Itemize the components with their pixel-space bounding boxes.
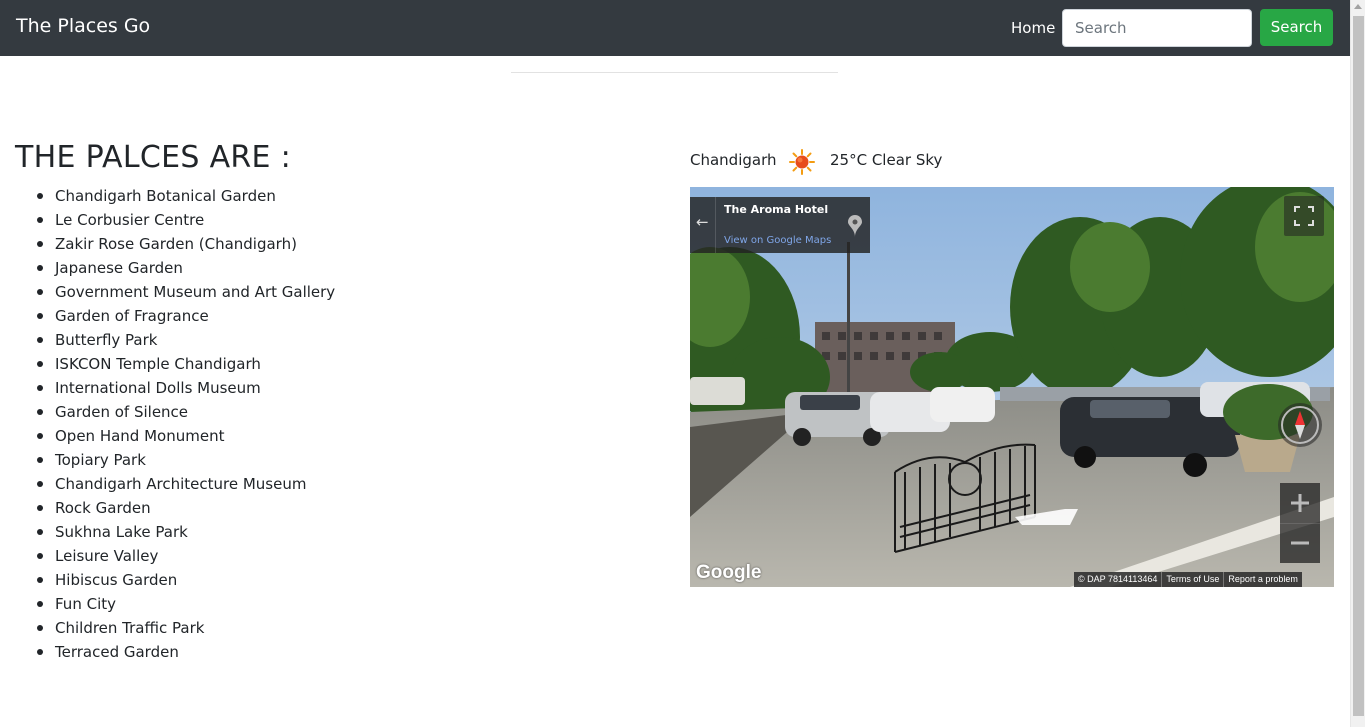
nav-home-link[interactable]: Home xyxy=(1011,19,1055,37)
weather-city: Chandigarh xyxy=(690,151,777,169)
list-item: Butterfly Park xyxy=(36,328,335,352)
list-item: Open Hand Monument xyxy=(36,424,335,448)
list-item: Sukhna Lake Park xyxy=(36,520,335,544)
compass-icon xyxy=(1281,406,1319,444)
list-item: Leisure Valley xyxy=(36,544,335,568)
list-item: Rock Garden xyxy=(36,496,335,520)
list-item: Zakir Rose Garden (Chandigarh) xyxy=(36,232,335,256)
list-item: Japanese Garden xyxy=(36,256,335,280)
search-input[interactable] xyxy=(1062,9,1252,47)
page-scrollbar[interactable] xyxy=(1350,0,1365,727)
map-pin-icon xyxy=(848,215,862,237)
list-item: Terraced Garden xyxy=(36,640,335,664)
terms-of-use-link[interactable]: Terms of Use xyxy=(1161,572,1224,587)
list-item: ISKCON Temple Chandigarh xyxy=(36,352,335,376)
list-item: International Dolls Museum xyxy=(36,376,335,400)
weather-summary: 25°C Clear Sky xyxy=(830,151,943,169)
list-item: Garden of Silence xyxy=(36,400,335,424)
list-item: Fun City xyxy=(36,592,335,616)
place-info-card: ← The Aroma Hotel View on Google Maps xyxy=(690,197,870,253)
divider xyxy=(511,72,838,73)
minus-icon xyxy=(1291,541,1309,545)
view-on-maps-link[interactable]: View on Google Maps xyxy=(724,235,831,246)
google-logo: Google xyxy=(696,562,762,583)
scroll-up-arrow-icon[interactable] xyxy=(1354,4,1362,9)
plus-icon xyxy=(1291,494,1309,512)
back-arrow-icon[interactable]: ← xyxy=(696,213,712,233)
street-view-panorama[interactable]: ← The Aroma Hotel View on Google Maps Go… xyxy=(690,187,1334,587)
brand-link[interactable]: The Places Go xyxy=(16,15,150,37)
sun-icon xyxy=(789,149,815,175)
search-button[interactable]: Search xyxy=(1260,9,1333,46)
place-title: The Aroma Hotel xyxy=(724,203,829,216)
scroll-thumb[interactable] xyxy=(1353,16,1364,716)
navbar: The Places Go Home Search xyxy=(0,0,1350,56)
page-heading: THE PALCES ARE : xyxy=(15,140,292,175)
card-divider xyxy=(715,197,716,253)
report-problem-link[interactable]: Report a problem xyxy=(1223,572,1302,587)
zoom-in-button[interactable] xyxy=(1280,483,1320,523)
imagery-credit: © DAP 7814113464 xyxy=(1074,572,1162,587)
list-item: Government Museum and Art Gallery xyxy=(36,280,335,304)
fullscreen-button[interactable] xyxy=(1284,196,1324,236)
list-item: Chandigarh Architecture Museum xyxy=(36,472,335,496)
list-item: Le Corbusier Centre xyxy=(36,208,335,232)
list-item: Children Traffic Park xyxy=(36,616,335,640)
places-list: Chandigarh Botanical Garden Le Corbusier… xyxy=(36,184,335,664)
zoom-out-button[interactable] xyxy=(1280,523,1320,563)
list-item: Topiary Park xyxy=(36,448,335,472)
list-item: Hibiscus Garden xyxy=(36,568,335,592)
compass-control[interactable] xyxy=(1278,403,1322,447)
street-view-footer: © DAP 7814113464 Terms of Use Report a p… xyxy=(1074,572,1302,587)
fullscreen-icon xyxy=(1294,206,1314,226)
list-item: Garden of Fragrance xyxy=(36,304,335,328)
list-item: Chandigarh Botanical Garden xyxy=(36,184,335,208)
